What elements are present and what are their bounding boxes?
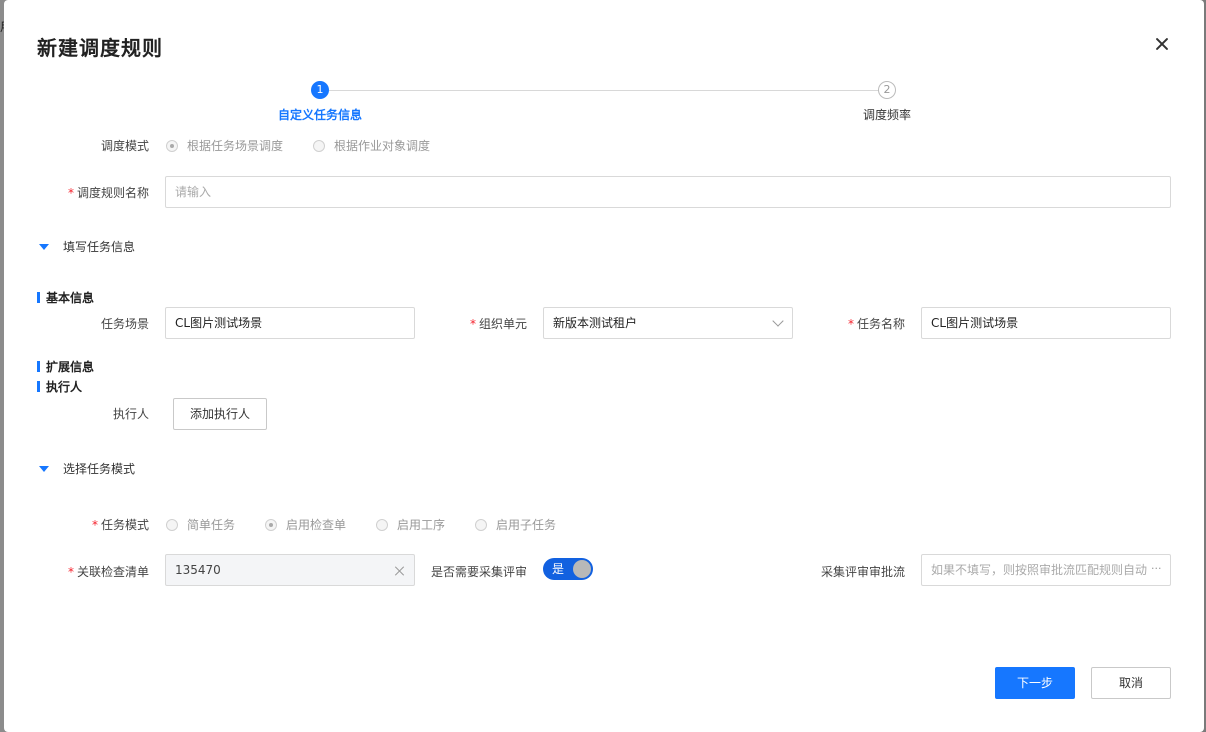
schedule-mode-option-scene[interactable]: 根据任务场景调度 bbox=[166, 137, 283, 154]
task-mode-option-simple-label: 简单任务 bbox=[187, 518, 236, 532]
org-unit-select[interactable]: 新版本测试租户 bbox=[543, 307, 793, 339]
extended-info-heading-text: 扩展信息 bbox=[46, 360, 95, 374]
schedule-mode-option-object[interactable]: 根据作业对象调度 bbox=[313, 137, 430, 154]
caret-down-icon bbox=[39, 465, 49, 472]
task-mode-radio-group: 简单任务 启用检查单 启用工序 启用子任务 bbox=[166, 516, 586, 533]
task-name-label: * 任务名称 bbox=[848, 315, 905, 332]
task-scene-input[interactable]: CL图片测试场景 bbox=[165, 307, 415, 339]
heading-bar bbox=[37, 381, 40, 392]
schedule-mode-radio-group: 根据任务场景调度 根据作业对象调度 bbox=[166, 137, 460, 154]
switch-on-text: 是 bbox=[552, 562, 565, 576]
required-mark: * bbox=[67, 565, 74, 579]
radio-checked-icon bbox=[166, 139, 178, 152]
task-mode-option-subtask-label: 启用子任务 bbox=[496, 518, 557, 532]
clear-icon[interactable] bbox=[394, 565, 406, 577]
radio-unchecked-icon bbox=[313, 139, 326, 152]
task-scene-label: 任务场景 bbox=[100, 317, 149, 331]
review-required-label: 是否需要采集评审 bbox=[431, 565, 528, 579]
add-executor-button[interactable]: 添加执行人 bbox=[173, 398, 267, 430]
review-flow-label: 采集评审审批流 bbox=[820, 565, 905, 579]
checklist-input[interactable]: 135470 bbox=[165, 554, 415, 586]
radio-unchecked-icon bbox=[475, 518, 488, 531]
switch-knob bbox=[573, 560, 591, 578]
steps-connector bbox=[329, 90, 879, 91]
step-2-label[interactable]: 调度频率 bbox=[863, 106, 911, 123]
checklist-label: * 关联检查清单 bbox=[68, 563, 149, 580]
schedule-mode-option-object-label: 根据作业对象调度 bbox=[334, 139, 431, 153]
required-mark: * bbox=[67, 186, 74, 200]
review-flow-select[interactable]: 如果不填写，则按照审批流匹配规则自动 bbox=[921, 554, 1171, 586]
section-task-mode-toggle[interactable]: 选择任务模式 bbox=[39, 460, 135, 477]
org-unit-label-text: 组织单元 bbox=[478, 317, 527, 331]
section-task-mode-label: 选择任务模式 bbox=[63, 462, 136, 476]
executor-label: 执行人 bbox=[112, 407, 149, 421]
task-mode-option-process[interactable]: 启用工序 bbox=[376, 516, 445, 533]
task-mode-option-simple[interactable]: 简单任务 bbox=[166, 516, 235, 533]
executor-heading: 执行人 bbox=[37, 378, 82, 395]
required-mark: * bbox=[91, 518, 98, 532]
rule-name-label: * 调度规则名称 bbox=[68, 184, 149, 201]
heading-bar bbox=[37, 361, 40, 372]
rule-name-label-text: 调度规则名称 bbox=[76, 186, 149, 200]
task-mode-label: * 任务模式 bbox=[92, 516, 149, 533]
schedule-mode-option-scene-label: 根据任务场景调度 bbox=[187, 139, 284, 153]
step-1-label[interactable]: 自定义任务信息 bbox=[278, 106, 362, 123]
task-name-label-text: 任务名称 bbox=[856, 317, 905, 331]
schedule-mode-label: 调度模式 bbox=[100, 139, 149, 153]
required-mark: * bbox=[469, 317, 476, 331]
heading-bar bbox=[37, 292, 40, 303]
radio-unchecked-icon bbox=[166, 518, 178, 531]
task-mode-label-text: 任务模式 bbox=[100, 518, 149, 532]
task-mode-option-checklist[interactable]: 启用检查单 bbox=[265, 516, 346, 533]
next-step-button[interactable]: 下一步 bbox=[995, 667, 1075, 699]
close-icon[interactable] bbox=[1152, 34, 1172, 54]
more-icon[interactable]: ··· bbox=[1151, 562, 1162, 575]
section-fill-task-label: 填写任务信息 bbox=[63, 240, 136, 254]
dialog-title: 新建调度规则 bbox=[37, 36, 163, 60]
review-required-switch[interactable]: 是 bbox=[543, 558, 593, 580]
task-name-input[interactable]: CL图片测试场景 bbox=[921, 307, 1171, 339]
step-2-indicator[interactable]: 2 bbox=[878, 81, 896, 99]
org-unit-value: 新版本测试租户 bbox=[553, 316, 638, 330]
section-fill-task-toggle[interactable]: 填写任务信息 bbox=[39, 238, 135, 255]
required-mark: * bbox=[847, 317, 854, 331]
cancel-button[interactable]: 取消 bbox=[1091, 667, 1171, 699]
basic-info-heading: 基本信息 bbox=[37, 289, 94, 306]
task-mode-option-checklist-label: 启用检查单 bbox=[286, 518, 347, 532]
caret-down-icon bbox=[39, 243, 49, 250]
create-schedule-rule-dialog: 新建调度规则 1 自定义任务信息 2 调度频率 调度模式 根据任务场景调度 根据… bbox=[4, 0, 1204, 732]
radio-unchecked-icon bbox=[376, 518, 389, 531]
checklist-label-text: 关联检查清单 bbox=[76, 565, 149, 579]
rule-name-input[interactable] bbox=[165, 176, 1171, 208]
extended-info-heading: 扩展信息 bbox=[37, 358, 94, 375]
basic-info-heading-text: 基本信息 bbox=[46, 291, 95, 305]
radio-checked-icon bbox=[265, 518, 278, 531]
step-1-indicator[interactable]: 1 bbox=[311, 81, 329, 99]
task-mode-option-subtask[interactable]: 启用子任务 bbox=[475, 516, 556, 533]
org-unit-label: * 组织单元 bbox=[470, 315, 527, 332]
task-mode-option-process-label: 启用工序 bbox=[397, 518, 446, 532]
executor-heading-text: 执行人 bbox=[46, 380, 83, 394]
